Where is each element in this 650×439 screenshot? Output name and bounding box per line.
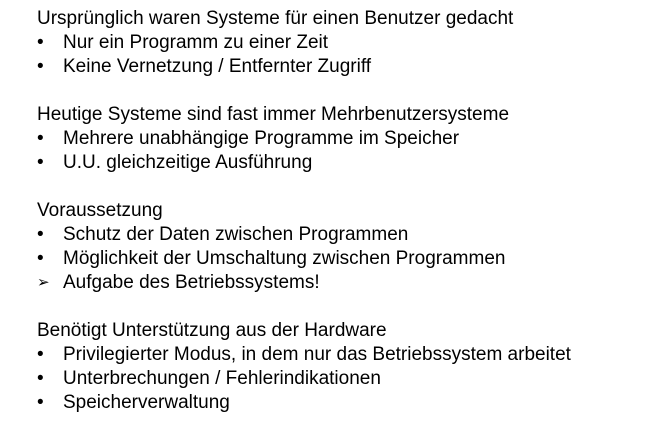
bullet-item: • Möglichkeit der Umschaltung zwischen P… <box>37 247 647 271</box>
bullet-icon: • <box>37 32 44 53</box>
section-multi-user: Heutige Systeme sind fast immer Mehrbenu… <box>37 103 647 175</box>
bullet-item: • Unterbrechungen / Fehlerindikationen <box>37 367 647 391</box>
bullet-item: • U.U. gleichzeitige Ausführung <box>37 151 647 175</box>
bullet-icon: • <box>37 248 44 269</box>
section-prerequisite: Voraussetzung • Schutz der Daten zwische… <box>37 199 647 295</box>
arrow-bullet-icon: ➢ <box>37 274 50 291</box>
bullet-text: Keine Vernetzung / Entfernter Zugriff <box>63 56 372 77</box>
bullet-item: • Mehrere unabhängige Programme im Speic… <box>37 127 647 151</box>
bullet-item: • Speicherverwaltung <box>37 391 647 415</box>
bullet-text: Schutz der Daten zwischen Programmen <box>63 224 409 245</box>
bullet-text: Privilegierter Modus, in dem nur das Bet… <box>63 344 571 365</box>
bullet-icon: • <box>37 368 44 389</box>
bullet-item: • Keine Vernetzung / Entfernter Zugriff <box>37 55 647 79</box>
bullet-text: Mehrere unabhängige Programme im Speiche… <box>63 128 460 149</box>
bullet-text: U.U. gleichzeitige Ausführung <box>63 152 313 173</box>
section-hardware-support: Benötigt Unterstützung aus der Hardware … <box>37 319 647 415</box>
section-heading: Benötigt Unterstützung aus der Hardware <box>37 320 387 341</box>
bullet-icon: • <box>37 392 44 413</box>
bullet-icon: • <box>37 224 44 245</box>
bullet-text: Aufgabe des Betriebssystems! <box>63 272 320 293</box>
bullet-icon: • <box>37 344 44 365</box>
bullet-icon: • <box>37 152 44 173</box>
bullet-text: Unterbrechungen / Fehlerindikationen <box>63 368 381 389</box>
section-single-user: Ursprünglich waren Systeme für einen Ben… <box>37 7 647 79</box>
bullet-item: • Nur ein Programm zu einer Zeit <box>37 31 647 55</box>
section-heading: Voraussetzung <box>37 200 163 221</box>
section-heading: Heutige Systeme sind fast immer Mehrbenu… <box>37 104 510 125</box>
bullet-icon: • <box>37 56 44 77</box>
bullet-item: • Privilegierter Modus, in dem nur das B… <box>37 343 647 367</box>
slide-content: Ursprünglich waren Systeme für einen Ben… <box>37 7 647 439</box>
section-heading: Ursprünglich waren Systeme für einen Ben… <box>37 8 514 29</box>
bullet-item: • Schutz der Daten zwischen Programmen <box>37 223 647 247</box>
bullet-text: Möglichkeit der Umschaltung zwischen Pro… <box>63 248 506 269</box>
arrow-item: ➢ Aufgabe des Betriebssystems! <box>37 271 647 295</box>
bullet-text: Nur ein Programm zu einer Zeit <box>63 32 329 53</box>
bullet-text: Speicherverwaltung <box>63 392 230 413</box>
bullet-icon: • <box>37 128 44 149</box>
